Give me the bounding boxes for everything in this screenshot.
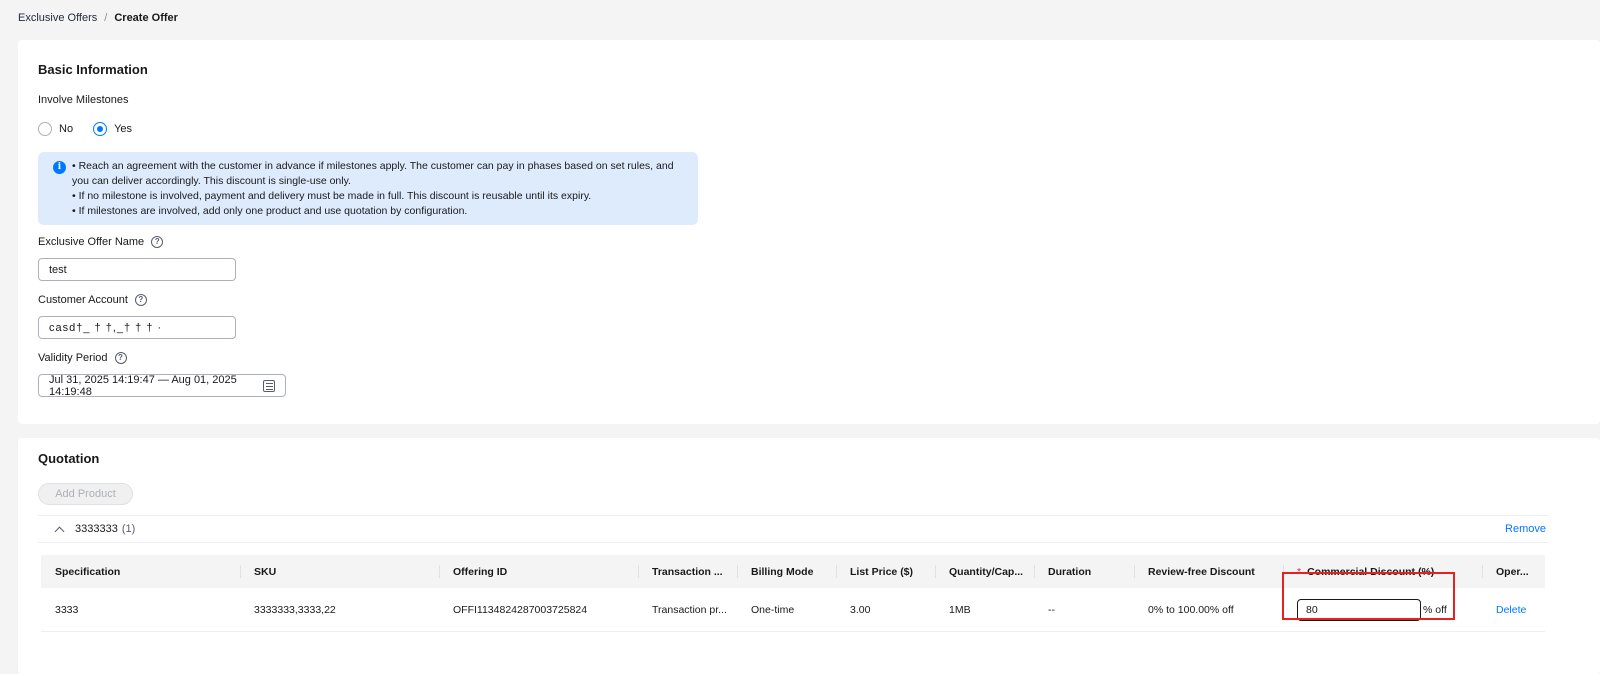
validity-period-picker[interactable]: Jul 31, 2025 14:19:47 — Aug 01, 2025 14:… <box>38 374 286 398</box>
milestones-radio-no[interactable]: No <box>38 122 73 136</box>
cell-list-price: 3.00 <box>850 603 871 616</box>
column-header-billing-mode: Billing Mode <box>737 555 836 588</box>
column-header-transaction: Transaction ... <box>638 555 737 588</box>
radio-circle-no[interactable] <box>38 122 52 136</box>
breadcrumb-exclusive-offers[interactable]: Exclusive Offers <box>18 12 97 24</box>
cell-operation: Delete <box>1482 588 1545 631</box>
column-header-sku: SKU <box>240 555 439 588</box>
customer-account-label: Customer Account ? <box>38 294 147 306</box>
offer-name-label: Exclusive Offer Name ? <box>38 236 164 248</box>
delete-link[interactable]: Delete <box>1496 604 1526 616</box>
column-header-review-free-discount: Review-free Discount <box>1134 555 1283 588</box>
required-mark: * <box>1297 565 1302 578</box>
validity-period-label: Validity Period ? <box>38 352 127 364</box>
remove-group-link[interactable]: Remove <box>1505 523 1546 535</box>
product-group-row: 3333333 (1) Remove <box>38 515 1548 543</box>
cell-quantity: 1MB <box>949 603 971 616</box>
column-header-list-price: List Price ($) <box>836 555 935 588</box>
info-line-1: • Reach an agreement with the customer i… <box>72 160 674 187</box>
question-icon[interactable]: ? <box>114 352 127 364</box>
cell-billing-mode: One-time <box>751 603 795 616</box>
column-header-quantity: Quantity/Cap... <box>935 555 1034 588</box>
product-group-count: (1) <box>121 523 136 535</box>
breadcrumb-current: Create Offer <box>114 12 178 24</box>
radio-circle-yes[interactable] <box>93 122 108 136</box>
cell-sku: 3333333,3333,22 <box>254 603 336 616</box>
breadcrumb: Exclusive Offers / Create Offer <box>18 12 178 24</box>
table-row: 3333 3333333,3333,22 OFFI113482428700372… <box>41 572 1545 632</box>
radio-label-no: No <box>59 123 74 135</box>
cell-offering-id: OFFI1134824287003725824 <box>453 603 588 616</box>
discount-suffix: % off <box>1423 603 1447 616</box>
customer-account-input[interactable]: casd†_ † †,_† † † · <box>38 316 236 339</box>
quotation-title: Quotation <box>38 451 100 466</box>
basic-information-title: Basic Information <box>38 62 148 77</box>
quotation-table: Specification SKU Offering ID Transactio… <box>41 555 1545 632</box>
basic-information-card: Basic Information Involve Milestones No … <box>18 40 1600 424</box>
table-header: Specification SKU Offering ID Transactio… <box>41 555 1545 588</box>
cell-specification: 3333 <box>55 603 79 616</box>
column-header-commercial-discount: * Commercial Discount (%) <box>1283 555 1482 588</box>
offer-name-input[interactable]: test <box>38 258 236 281</box>
column-header-specification: Specification <box>55 565 121 578</box>
add-product-button[interactable]: Add Product <box>38 483 133 505</box>
product-group-name: 3333333 <box>75 523 118 535</box>
cell-review-free-discount: 0% to 100.00% off <box>1148 603 1234 616</box>
info-icon: i <box>53 161 66 174</box>
column-header-duration: Duration <box>1034 555 1134 588</box>
milestones-info-box: i • Reach an agreement with the customer… <box>38 152 698 225</box>
info-line-3: • If milestones are involved, add only o… <box>72 205 468 217</box>
cell-commercial-discount: 80 % off <box>1283 588 1482 631</box>
quotation-card: Quotation Add Product 3333333 (1) Remove… <box>18 438 1600 674</box>
column-header-operation: Oper... <box>1482 555 1545 588</box>
breadcrumb-separator: / <box>104 12 108 24</box>
question-icon[interactable]: ? <box>151 236 164 248</box>
question-icon[interactable]: ? <box>134 294 147 306</box>
cell-transaction: Transaction pr... <box>652 603 727 616</box>
radio-label-yes: Yes <box>114 123 133 135</box>
info-line-2: • If no milestone is involved, payment a… <box>72 190 592 202</box>
cell-duration: -- <box>1048 603 1055 616</box>
involve-milestones-label: Involve Milestones <box>38 94 129 106</box>
commercial-discount-input[interactable]: 80 <box>1297 598 1421 621</box>
milestones-radio-yes[interactable]: Yes <box>93 122 132 136</box>
column-header-offering-id: Offering ID <box>439 555 638 588</box>
milestones-radio-group: No Yes <box>38 122 152 136</box>
calendar-icon[interactable] <box>262 379 275 392</box>
chevron-up-icon[interactable] <box>54 526 65 536</box>
